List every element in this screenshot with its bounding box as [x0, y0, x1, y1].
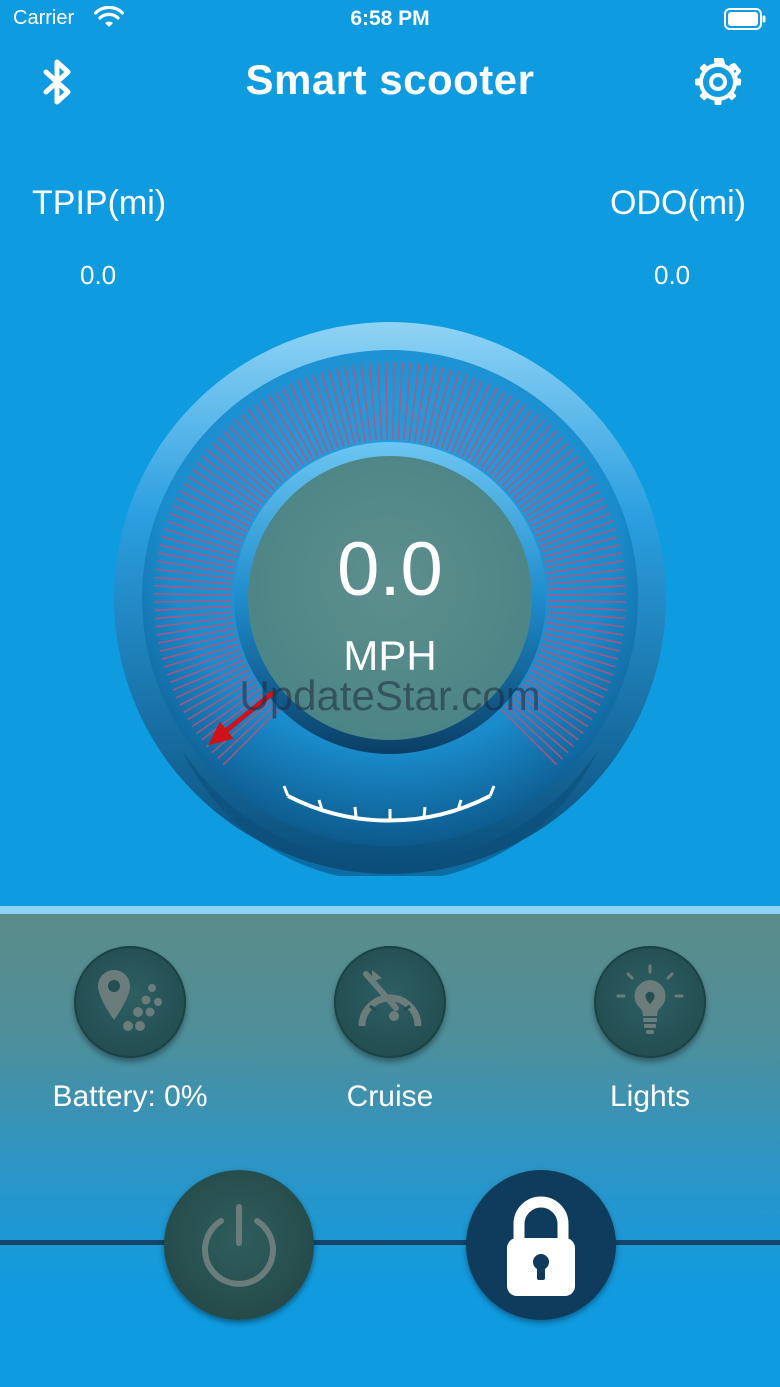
settings-button[interactable]: [690, 54, 746, 110]
control-rail: [0, 1240, 780, 1245]
trip-label: TPIP(mi): [32, 184, 167, 222]
light-bulb-icon: [616, 964, 684, 1034]
lock-button[interactable]: [466, 1170, 616, 1320]
power-button[interactable]: [164, 1170, 314, 1320]
app-header: Smart scooter: [0, 42, 780, 122]
battery-status-icon: [724, 8, 766, 30]
odo-label: ODO(mi): [610, 184, 746, 222]
lights-label: Lights: [609, 1080, 691, 1113]
watermark-text: UpdateStar.com: [239, 672, 541, 719]
status-time: 6:58 PM: [350, 7, 430, 30]
battery-label: Battery: 0%: [52, 1080, 208, 1113]
lock-icon: [507, 1196, 575, 1296]
location-dots-icon: [98, 970, 162, 1031]
trip-value: 0.0: [80, 260, 117, 290]
gear-icon: [695, 58, 742, 105]
lights-feature: Lights: [520, 946, 780, 1126]
cruise-feature: Cruise: [260, 946, 520, 1126]
panel-divider: [0, 906, 780, 914]
cruise-button[interactable]: [334, 946, 446, 1058]
page-title: Smart scooter: [245, 56, 535, 103]
cruise-gauge-icon: [358, 970, 422, 1027]
odo-value: 0.0: [654, 260, 691, 290]
status-bar: Carrier 6:58 PM: [0, 0, 780, 42]
speed-value: 0.0: [337, 527, 443, 612]
cruise-label: Cruise: [346, 1080, 434, 1113]
power-icon: [202, 1204, 276, 1287]
battery-button[interactable]: [74, 946, 186, 1058]
lights-button[interactable]: [594, 946, 706, 1058]
battery-feature: Battery: 0%: [0, 946, 260, 1126]
